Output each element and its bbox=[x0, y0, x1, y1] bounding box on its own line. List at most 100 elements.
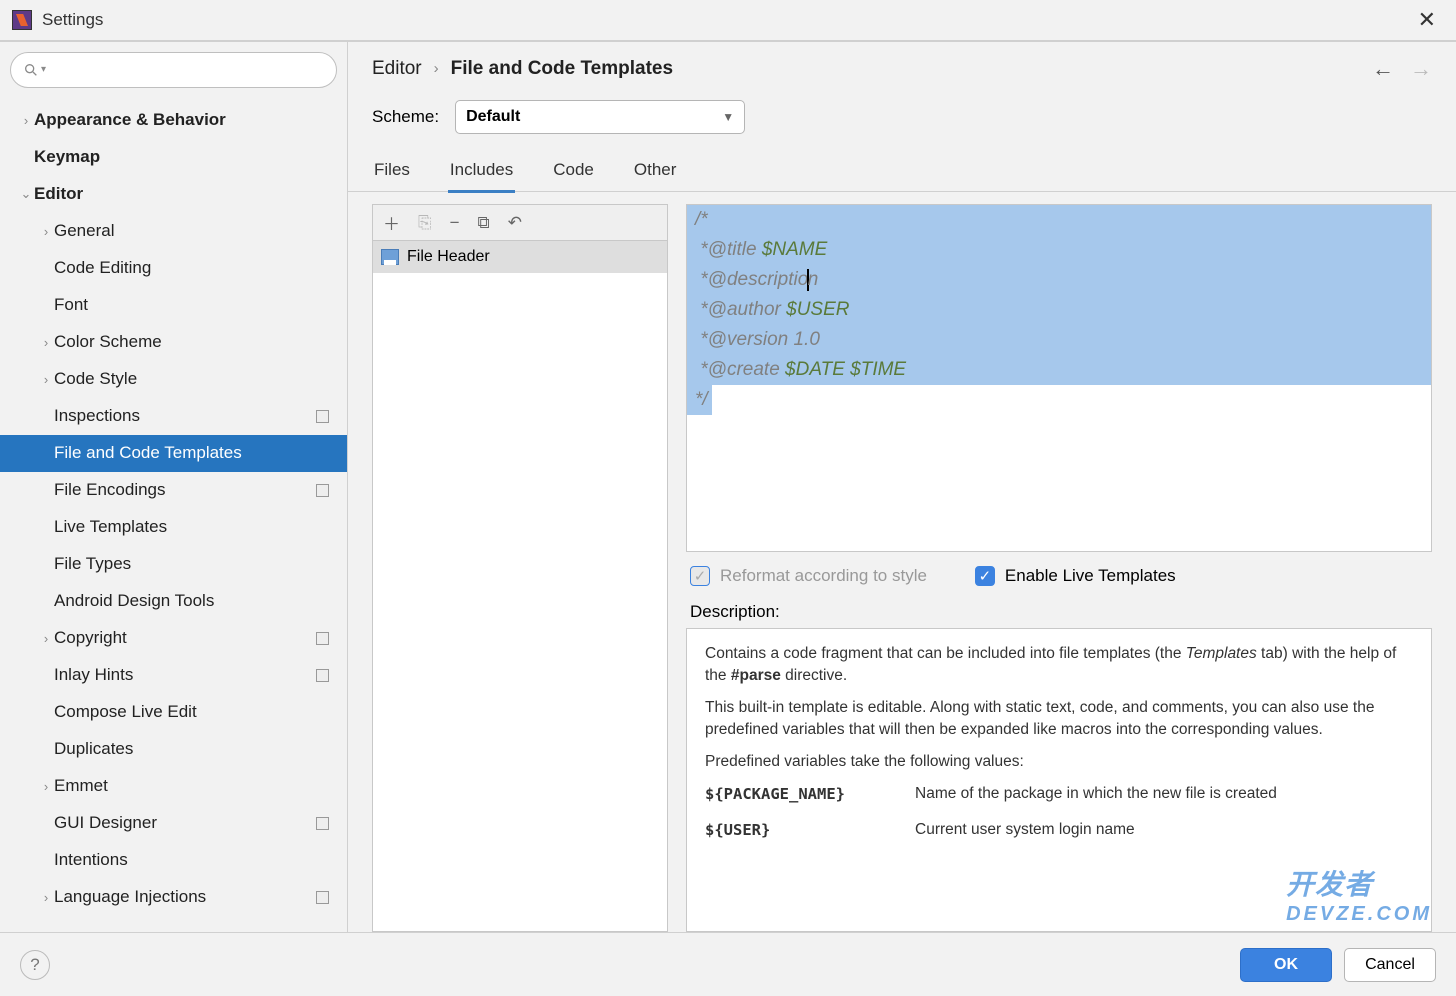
sidebar-item-keymap[interactable]: Keymap bbox=[0, 139, 347, 176]
expand-icon: › bbox=[38, 631, 54, 646]
sidebar-item-label: Duplicates bbox=[54, 739, 133, 759]
template-toolbar: ＋ ⎘ − ⧉ ↶ bbox=[373, 205, 667, 241]
project-badge-icon bbox=[316, 817, 329, 830]
scheme-label: Scheme: bbox=[372, 107, 439, 127]
sidebar-item-language-injections[interactable]: ›Language Injections bbox=[0, 879, 347, 916]
sidebar: ▾ ›Appearance & BehaviorKeymap⌄Editor›Ge… bbox=[0, 42, 348, 933]
expand-icon: › bbox=[38, 224, 54, 239]
sidebar-item-color-scheme[interactable]: ›Color Scheme bbox=[0, 324, 347, 361]
sidebar-item-android-design-tools[interactable]: Android Design Tools bbox=[0, 583, 347, 620]
description-box: Contains a code fragment that can be inc… bbox=[686, 628, 1432, 932]
sidebar-item-file-encodings[interactable]: File Encodings bbox=[0, 472, 347, 509]
sidebar-item-label: Intentions bbox=[54, 850, 128, 870]
sidebar-item-label: Android Design Tools bbox=[54, 591, 214, 611]
sidebar-item-label: Live Templates bbox=[54, 517, 167, 537]
sidebar-item-gui-designer[interactable]: GUI Designer bbox=[0, 805, 347, 842]
sidebar-item-label: Compose Live Edit bbox=[54, 702, 197, 722]
search-input[interactable]: ▾ bbox=[10, 52, 337, 88]
sidebar-item-inlay-hints[interactable]: Inlay Hints bbox=[0, 657, 347, 694]
sidebar-item-editor[interactable]: ⌄Editor bbox=[0, 176, 347, 213]
sidebar-item-intentions[interactable]: Intentions bbox=[0, 842, 347, 879]
template-editor[interactable]: /* *@title $NAME *@description *@author … bbox=[686, 204, 1432, 552]
breadcrumb-root[interactable]: Editor bbox=[372, 58, 422, 80]
reformat-checkbox: ✓ Reformat according to style bbox=[690, 566, 927, 586]
sidebar-item-label: Emmet bbox=[54, 776, 108, 796]
cancel-button[interactable]: Cancel bbox=[1344, 948, 1436, 982]
expand-icon: › bbox=[38, 372, 54, 387]
project-badge-icon bbox=[316, 669, 329, 682]
sidebar-item-general[interactable]: ›General bbox=[0, 213, 347, 250]
sidebar-item-label: File Encodings bbox=[54, 480, 166, 500]
sidebar-item-label: Code Style bbox=[54, 369, 137, 389]
sidebar-item-appearance-behavior[interactable]: ›Appearance & Behavior bbox=[0, 102, 347, 139]
sidebar-item-emmet[interactable]: ›Emmet bbox=[0, 768, 347, 805]
search-field[interactable] bbox=[52, 61, 324, 78]
search-icon bbox=[23, 62, 39, 78]
help-button[interactable]: ? bbox=[20, 950, 50, 980]
sidebar-item-label: Editor bbox=[34, 184, 83, 204]
window-title: Settings bbox=[42, 10, 103, 30]
app-icon bbox=[12, 10, 32, 30]
sidebar-item-label: Language Injections bbox=[54, 887, 206, 907]
description-label: Description: bbox=[686, 600, 1432, 628]
breadcrumb: Editor › File and Code Templates bbox=[372, 58, 673, 80]
chevron-right-icon: › bbox=[434, 60, 439, 77]
sidebar-item-compose-live-edit[interactable]: Compose Live Edit bbox=[0, 694, 347, 731]
nav-back-icon[interactable]: ← bbox=[1372, 56, 1394, 82]
project-badge-icon bbox=[316, 410, 329, 423]
sidebar-item-duplicates[interactable]: Duplicates bbox=[0, 731, 347, 768]
sidebar-item-inspections[interactable]: Inspections bbox=[0, 398, 347, 435]
sidebar-item-label: Appearance & Behavior bbox=[34, 110, 226, 130]
file-icon bbox=[381, 249, 399, 265]
chevron-down-icon: ▼ bbox=[722, 110, 734, 124]
remove-icon[interactable]: − bbox=[450, 213, 460, 233]
scheme-select[interactable]: Default ▼ bbox=[455, 100, 745, 134]
expand-icon: › bbox=[38, 335, 54, 350]
sidebar-item-label: File Types bbox=[54, 554, 131, 574]
sidebar-item-label: Inspections bbox=[54, 406, 140, 426]
add-icon[interactable]: ＋ bbox=[383, 210, 400, 235]
sidebar-item-live-templates[interactable]: Live Templates bbox=[0, 509, 347, 546]
project-badge-icon bbox=[316, 632, 329, 645]
sidebar-item-file-code-templates[interactable]: File and Code Templates bbox=[0, 435, 347, 472]
sidebar-item-label: Inlay Hints bbox=[54, 665, 133, 685]
project-badge-icon bbox=[316, 484, 329, 497]
expand-icon: › bbox=[18, 113, 34, 128]
scheme-value: Default bbox=[466, 108, 520, 126]
sidebar-item-label: Font bbox=[54, 295, 88, 315]
sidebar-item-label: File and Code Templates bbox=[54, 443, 242, 463]
tabs: Files Includes Code Other bbox=[348, 148, 1456, 193]
sidebar-item-code-style[interactable]: ›Code Style bbox=[0, 361, 347, 398]
undo-icon[interactable]: ↶ bbox=[508, 213, 522, 233]
sidebar-item-copyright[interactable]: ›Copyright bbox=[0, 620, 347, 657]
ok-button[interactable]: OK bbox=[1240, 948, 1332, 982]
tab-code[interactable]: Code bbox=[551, 152, 596, 192]
template-item-label: File Header bbox=[407, 248, 490, 266]
settings-tree: ›Appearance & BehaviorKeymap⌄Editor›Gene… bbox=[0, 94, 347, 933]
expand-icon: › bbox=[38, 779, 54, 794]
tab-includes[interactable]: Includes bbox=[448, 152, 515, 193]
expand-icon: › bbox=[38, 890, 54, 905]
sidebar-item-code-editing[interactable]: Code Editing bbox=[0, 250, 347, 287]
template-item[interactable]: File Header bbox=[373, 241, 667, 273]
nav-forward-icon: → bbox=[1410, 56, 1432, 82]
sidebar-item-label: General bbox=[54, 221, 114, 241]
tab-other[interactable]: Other bbox=[632, 152, 679, 192]
enable-live-templates-checkbox[interactable]: ✓ Enable Live Templates bbox=[975, 566, 1176, 586]
close-icon[interactable]: ✕ bbox=[1410, 3, 1444, 37]
template-list-pane: ＋ ⎘ − ⧉ ↶ File Header bbox=[372, 204, 668, 932]
chevron-down-icon: ▾ bbox=[41, 64, 46, 75]
breadcrumb-current: File and Code Templates bbox=[451, 58, 673, 80]
sidebar-item-label: Copyright bbox=[54, 628, 127, 648]
sidebar-item-label: Keymap bbox=[34, 147, 100, 167]
sidebar-item-file-types[interactable]: File Types bbox=[0, 546, 347, 583]
add-from-icon: ⎘ bbox=[418, 213, 432, 233]
titlebar: Settings ✕ bbox=[0, 0, 1456, 40]
copy-icon[interactable]: ⧉ bbox=[478, 213, 490, 233]
sidebar-item-font[interactable]: Font bbox=[0, 287, 347, 324]
project-badge-icon bbox=[316, 891, 329, 904]
footer: ? OK Cancel bbox=[0, 932, 1456, 996]
sidebar-item-label: GUI Designer bbox=[54, 813, 157, 833]
tab-files[interactable]: Files bbox=[372, 152, 412, 192]
sidebar-item-label: Color Scheme bbox=[54, 332, 162, 352]
